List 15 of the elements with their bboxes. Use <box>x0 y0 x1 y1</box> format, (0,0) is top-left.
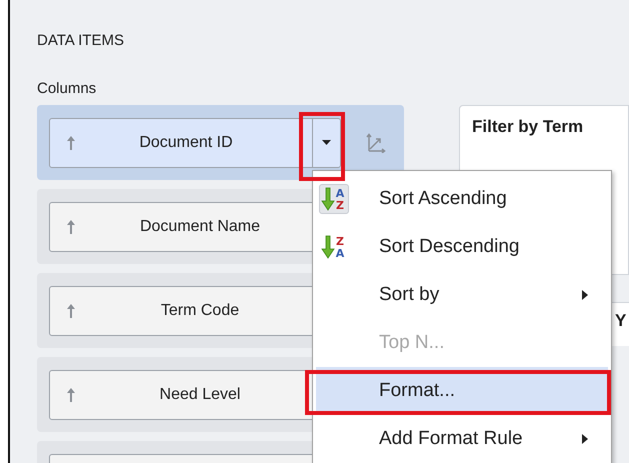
menu-item-label: Format... <box>379 378 456 403</box>
menu-item-label: Add Format Rule <box>379 426 523 451</box>
column-label: Document ID <box>138 132 234 152</box>
menu-item-label: Sort Ascending <box>379 186 507 211</box>
section-title: DATA ITEMS <box>37 31 125 51</box>
menu-item-label: Sort Descending <box>379 234 520 259</box>
menu-item-label: Top N... <box>379 330 444 355</box>
group-label: Columns <box>37 79 98 99</box>
filter-panel-title: Filter by Term <box>471 116 584 138</box>
column-label: Document Name <box>138 216 262 236</box>
menu-item-label: Sort by <box>379 282 440 307</box>
panel-title: Y <box>615 310 626 332</box>
column-label: Term Code <box>160 300 240 320</box>
sort-icon: A Z <box>319 184 349 214</box>
column-label: Need Level <box>158 384 242 404</box>
